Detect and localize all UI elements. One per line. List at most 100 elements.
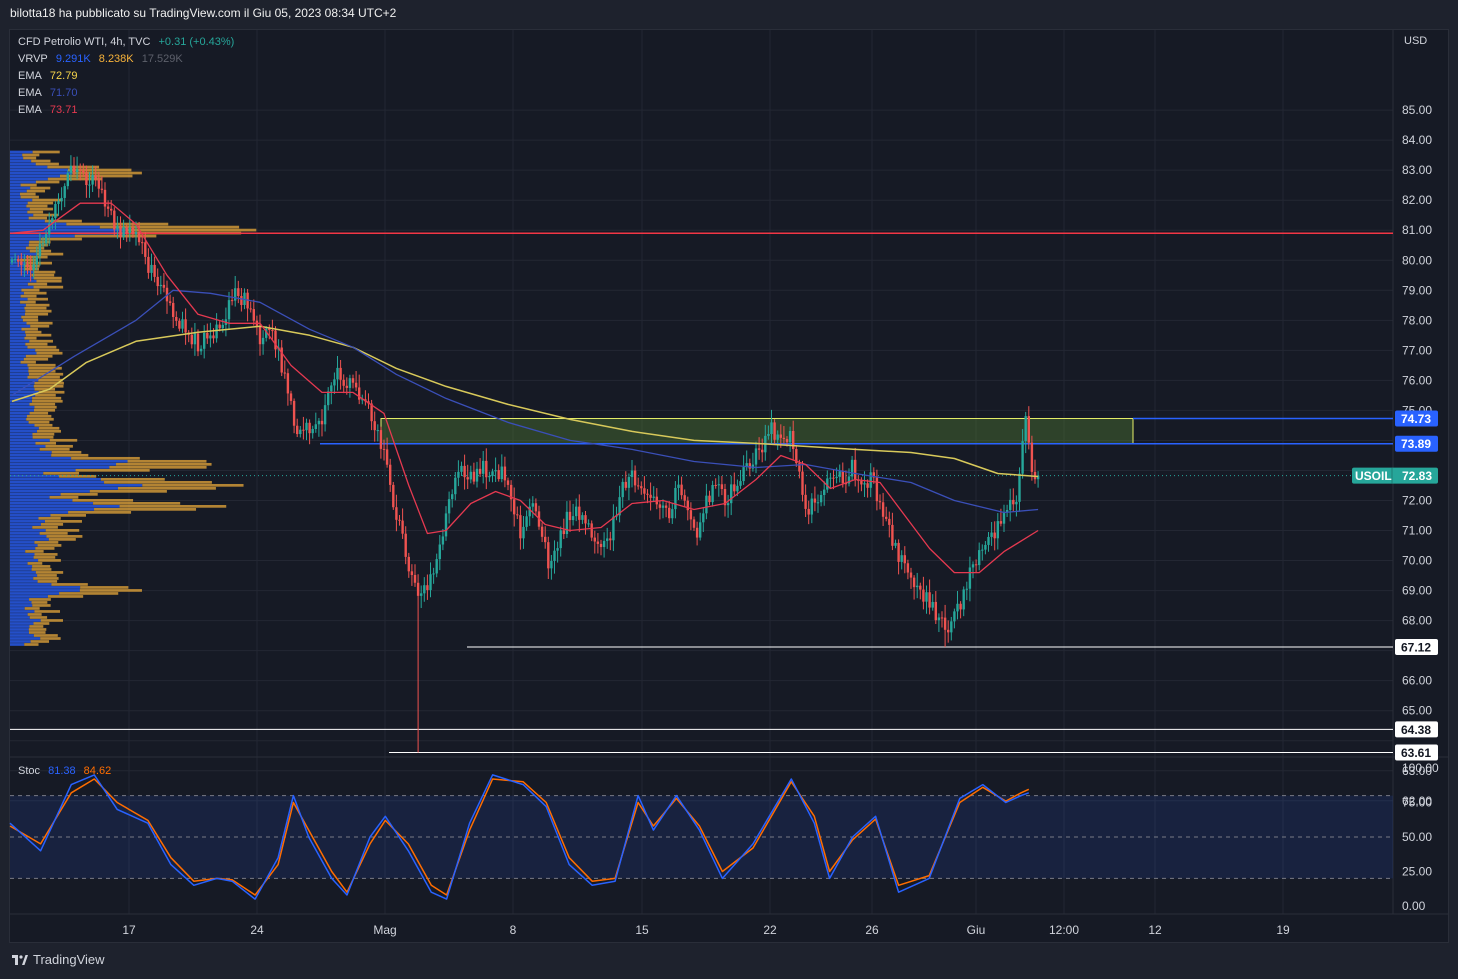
vrvp-value-up: 9.291K [55, 53, 91, 65]
vp-bar-up [10, 562, 28, 565]
candle-body [888, 518, 891, 525]
candle-body [85, 172, 88, 186]
candle-body [754, 448, 758, 465]
candle-body [215, 324, 218, 339]
vp-bar-up [10, 279, 37, 283]
candle-body [1002, 511, 1006, 524]
candle-body [447, 499, 451, 514]
candle-body [209, 335, 212, 339]
candle-body [516, 514, 519, 516]
candle-body [218, 324, 221, 329]
vp-bar-up [10, 171, 73, 175]
vp-bar-down [45, 529, 80, 532]
candle-body [925, 592, 928, 602]
candle-body [323, 405, 327, 425]
vp-bar-down [51, 583, 88, 586]
candle-body [485, 460, 488, 478]
vp-bar-up [10, 204, 27, 208]
vp-bar-down [40, 619, 63, 622]
price-axis-tick: 69.00 [1402, 584, 1432, 598]
vp-bar-up [10, 174, 60, 178]
ema3-row[interactable]: EMA 73.71 [18, 102, 239, 119]
vp-bar-down [44, 219, 82, 223]
vp-bar-down [26, 414, 52, 418]
vp-bar-up [10, 571, 36, 574]
vp-bar-up [10, 414, 27, 418]
vp-bar-down [31, 273, 55, 277]
candle-body [581, 515, 584, 520]
candle-body [137, 232, 141, 243]
candle-body [996, 521, 999, 539]
candle-body [345, 385, 348, 388]
vp-bar-up [10, 165, 48, 169]
stoch-d-value: 84.62 [83, 765, 112, 777]
time-axis-tick: 22 [763, 923, 777, 937]
vp-bar-down [59, 592, 119, 595]
candle-body [633, 470, 637, 486]
candle-body [637, 485, 640, 487]
vp-bar-up [10, 285, 34, 289]
footer-branding[interactable]: TradingView [12, 952, 105, 967]
ema2-value: 71.70 [49, 87, 78, 99]
vp-bar-down [47, 177, 103, 181]
vp-bar-down [20, 300, 36, 304]
vp-bar-up [10, 192, 20, 196]
vp-bar-down [25, 261, 52, 265]
vp-bar-down [33, 622, 50, 625]
vp-bar-up [10, 498, 73, 502]
candle-body [776, 434, 779, 440]
symbol-row[interactable]: CFD Petrolio WTI, 4h, TVC +0.31 (+0.43%) [18, 34, 239, 51]
vp-bar-up [10, 580, 38, 583]
vp-bar-down [27, 613, 42, 616]
candle-body [891, 524, 894, 546]
candle-body [91, 175, 94, 185]
candle-body [333, 379, 336, 386]
candle-body [974, 564, 978, 566]
symbol-title[interactable]: CFD Petrolio WTI, 4h, TVC [18, 36, 150, 48]
vp-bar-down [25, 342, 48, 346]
candle-body [540, 526, 544, 537]
stoch-k-value: 81.38 [48, 765, 76, 777]
candle-body [761, 449, 764, 453]
vp-bar-up [10, 601, 32, 604]
candle-body [286, 373, 290, 394]
vp-bar-up [10, 150, 33, 154]
tradingview-logo-icon [12, 954, 28, 965]
vp-bar-down [38, 426, 60, 430]
vp-bar-up [10, 613, 28, 616]
candle-body [317, 420, 321, 425]
candle-body [916, 585, 919, 588]
vp-bar-down [29, 411, 49, 415]
candle-body [757, 448, 761, 450]
ema1-label: EMA [18, 70, 42, 82]
vp-bar-down [34, 423, 53, 427]
stoch-legend[interactable]: Stoc 81.38 84.62 [18, 765, 116, 777]
candle-body [711, 485, 714, 503]
vp-bar-up [10, 213, 34, 217]
chart-canvas[interactable]: USD85.0084.0083.0082.0081.0080.0079.0078… [0, 0, 1458, 979]
candle-body [593, 537, 596, 542]
time-axis-tick: 26 [865, 923, 879, 937]
vp-bar-down [35, 180, 60, 184]
candle-body [981, 549, 984, 551]
vrvp-row[interactable]: VRVP 9.291K 8.238K 17.529K [18, 51, 239, 68]
ema1-row[interactable]: EMA 72.79 [18, 68, 239, 85]
vp-bar-down [37, 429, 61, 433]
candle-body [999, 521, 1003, 524]
candle-body [196, 333, 200, 352]
ema2-row[interactable]: EMA 71.70 [18, 85, 239, 102]
vp-bar-down [30, 186, 51, 190]
vp-bar-up [10, 459, 128, 463]
candle-body [1027, 416, 1030, 443]
candle-body [612, 516, 615, 541]
vp-bar-up [10, 246, 26, 250]
candle-body [878, 501, 882, 503]
vp-bar-down [36, 279, 62, 283]
vp-bar-down [31, 399, 63, 403]
time-axis-tick: 15 [635, 923, 649, 937]
ema3-label: EMA [18, 104, 42, 116]
time-axis: 17 24 Mag 8 15 22 26 Giu 12:00 12 19 [122, 923, 1290, 937]
candle-body [562, 530, 565, 535]
candle-body [190, 334, 193, 345]
candle-body [646, 493, 649, 495]
